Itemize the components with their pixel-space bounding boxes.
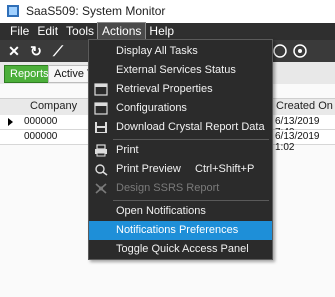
menu-item-open-notifications[interactable]: Open Notifications [89, 202, 272, 221]
menu-item-design-ssrs-report: Design SSRS Report [89, 179, 272, 198]
print-preview-shortcut: Ctrl+Shift+P [195, 163, 255, 175]
menu-item-retrieval-properties[interactable]: Retrieval Properties [89, 80, 272, 99]
window-icon [94, 102, 108, 115]
printer-icon [95, 144, 107, 157]
menu-item-download-crystal-report-data[interactable]: Download Crystal Report Data [89, 118, 272, 137]
cell-created-on: 6/13/2019 1:02 [275, 131, 320, 153]
menu-item-toggle-quick-access-panel[interactable]: Toggle Quick Access Panel [89, 240, 272, 259]
menu-item-notifications-preferences[interactable]: Notifications Preferences [89, 221, 272, 240]
print-preview-icon [95, 164, 108, 176]
menu-bar: File Edit Tools Actions Help [0, 22, 335, 41]
menu-item-external-services-status[interactable]: External Services Status [89, 61, 272, 80]
title-bar: SaaS509: System Monitor [0, 0, 335, 22]
menu-item-print-preview[interactable]: Print Preview Ctrl+Shift+P [89, 160, 272, 179]
menu-tools[interactable]: Tools [62, 23, 98, 40]
app-icon [7, 5, 19, 17]
menu-separator [113, 200, 269, 201]
actions-menu: Display All Tasks External Services Stat… [88, 39, 273, 260]
clear-icon[interactable]: ⟋ [50, 43, 66, 59]
cell-company: 000000 [24, 116, 58, 127]
design-report-icon [95, 183, 107, 194]
menu-item-configurations[interactable]: Configurations [89, 99, 272, 118]
window-title: SaaS509: System Monitor [26, 4, 166, 18]
menu-item-print[interactable]: Print [89, 141, 272, 160]
column-header-created-on[interactable]: Created On [276, 100, 333, 112]
tab-reports[interactable]: Reports [4, 65, 55, 83]
menu-help[interactable]: Help [145, 23, 178, 40]
menu-separator [113, 139, 269, 140]
toolbar-circle-icon[interactable] [272, 43, 288, 59]
menu-item-display-all-tasks[interactable]: Display All Tasks [89, 42, 272, 61]
current-row-arrow-icon [8, 118, 13, 126]
menu-edit[interactable]: Edit [33, 23, 62, 40]
save-icon [95, 122, 107, 133]
window-icon [94, 83, 108, 96]
menu-actions[interactable]: Actions [97, 22, 147, 41]
menu-file[interactable]: File [6, 23, 33, 40]
column-header-company[interactable]: Company [30, 100, 77, 112]
close-icon[interactable]: ✕ [6, 43, 22, 59]
cell-company: 000000 [24, 131, 58, 142]
refresh-icon[interactable]: ↻ [28, 43, 44, 59]
toolbar-ring-icon[interactable] [292, 43, 308, 59]
